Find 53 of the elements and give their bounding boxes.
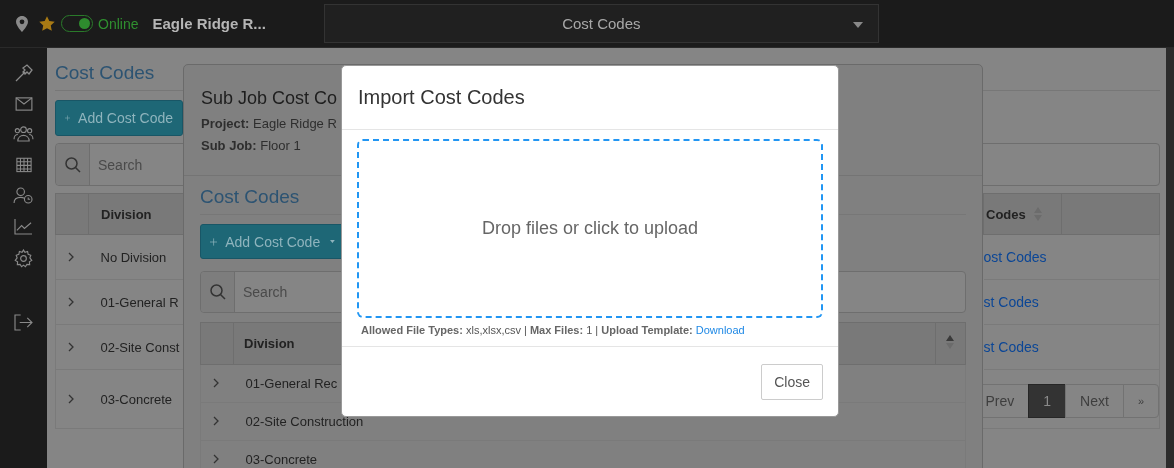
chevron-right-icon[interactable] [213,378,219,388]
close-button[interactable]: Close [761,363,823,400]
table-cell: 02-Site Const [100,339,180,355]
column-header[interactable]: Division [88,193,184,235]
table-cell: 03-Concrete [100,391,173,407]
table-cell: 01-General R [100,294,179,310]
table-cell: 01-General Rec [245,376,338,391]
search-icon [64,156,81,173]
search-icon [209,284,226,300]
column-header[interactable]: Division [244,336,295,351]
chevron-right-icon[interactable] [213,454,219,464]
star-icon[interactable] [38,14,56,33]
sort-icon[interactable] [946,335,954,349]
caret-icon [330,239,335,244]
column-header[interactable]: Codes [986,206,1026,222]
drop-zone[interactable]: Drop files or click to upload [357,139,823,318]
dialog-title: Import Cost Codes [358,86,525,109]
logout-icon[interactable] [14,314,33,331]
people-icon[interactable] [13,125,34,142]
cost-codes-link[interactable]: st Codes [983,294,1039,310]
location-pin-icon[interactable] [16,15,28,32]
page-button[interactable]: 1 [1028,384,1067,418]
cost-codes-link[interactable]: ost Codes [983,249,1047,265]
download-link[interactable]: Download [695,324,745,336]
table-cell: No Division [100,249,167,265]
calendar-icon[interactable] [15,156,32,173]
settings-icon[interactable] [14,249,33,268]
caret-icon [852,22,863,28]
view-select[interactable]: Cost Codes [323,4,879,43]
add-cost-code-button[interactable]: Add Cost Code [55,100,183,136]
dialog-title: Sub Job Cost Co [201,87,338,109]
status-label: Online [98,15,139,32]
hammer-icon[interactable] [13,63,34,83]
page-title: Cost Codes [55,62,156,84]
project-line: Project: Eagle Ridge R [201,116,337,131]
cost-codes-link[interactable]: st Codes [983,339,1039,355]
sub-job-line: Sub Job: Floor 1 [201,138,301,153]
chevron-right-icon[interactable] [68,341,74,352]
table-cell: 02-Site Construction [245,414,364,429]
table-cell: 03-Concrete [245,452,318,467]
project-name[interactable]: Eagle Ridge R... [152,15,266,32]
plus-icon [210,235,218,248]
user-clock-icon[interactable] [13,187,34,204]
chevron-right-icon[interactable] [68,251,74,262]
chevron-right-icon[interactable] [68,296,74,307]
mail-icon[interactable] [14,97,33,111]
chevron-right-icon[interactable] [213,416,219,426]
line-chart-icon[interactable] [14,218,33,235]
scrollbar[interactable] [1166,48,1174,468]
section-title: Cost Codes [200,186,301,208]
chevron-right-icon[interactable] [68,393,74,404]
plus-icon [65,112,71,124]
upload-info: Allowed File Types: xls,xlsx,csv | Max Files: 1 | Upload Template: Download [361,324,746,336]
